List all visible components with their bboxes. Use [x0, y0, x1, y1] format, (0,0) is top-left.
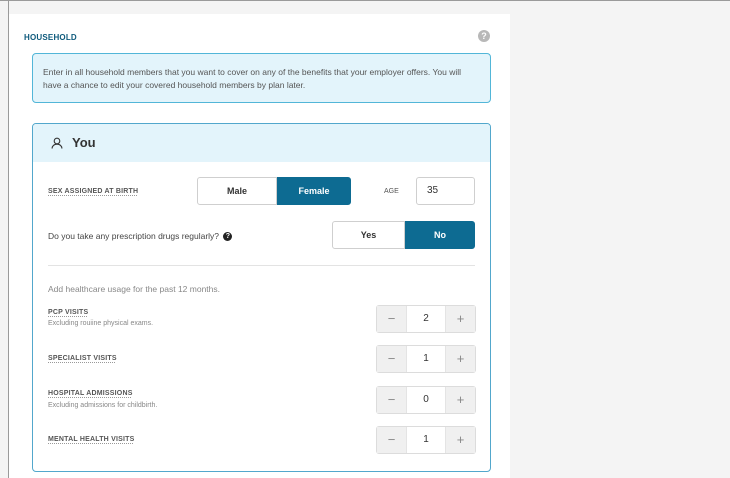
- divider: [48, 265, 475, 266]
- age-input[interactable]: 35: [416, 177, 475, 205]
- usage-sub-pcp: Excluding rouiine physical exams.: [48, 320, 154, 327]
- member-card-you: You: [32, 123, 491, 472]
- usage-label-hospital: HOSPITAL ADMISSIONS: [48, 390, 133, 397]
- rx-yes-button[interactable]: Yes: [332, 221, 405, 249]
- member-name: You: [72, 135, 96, 150]
- stepper-value[interactable]: 2: [406, 306, 446, 332]
- plus-icon[interactable]: +: [446, 306, 475, 332]
- stepper-value[interactable]: 0: [406, 387, 446, 413]
- member-card-header: You: [33, 124, 490, 162]
- stepper-value[interactable]: 1: [406, 427, 446, 453]
- sex-female-button[interactable]: Female: [277, 177, 351, 205]
- question-circle-icon[interactable]: ?: [223, 232, 233, 242]
- top-border: [0, 0, 730, 1]
- rx-question-text: Do you take any prescription drugs regul…: [48, 231, 220, 241]
- specialist-visits-stepper: − 1 +: [376, 345, 476, 373]
- plus-icon[interactable]: +: [446, 387, 475, 413]
- usage-label-mental-health: MENTAL HEALTH VISITS: [48, 436, 135, 443]
- minus-icon[interactable]: −: [377, 387, 406, 413]
- stepper-value[interactable]: 1: [406, 346, 446, 372]
- household-info-box: Enter in all household members that you …: [32, 53, 491, 103]
- usage-label-specialist: SPECIALIST VISITS: [48, 355, 117, 362]
- minus-icon[interactable]: −: [377, 346, 406, 372]
- question-circle-icon[interactable]: ?: [478, 30, 490, 42]
- hospital-admissions-stepper: − 0 +: [376, 386, 476, 414]
- plus-icon[interactable]: +: [446, 346, 475, 372]
- age-label: AGE: [384, 188, 399, 195]
- section-title: HOUSEHOLD: [24, 33, 77, 42]
- minus-icon[interactable]: −: [377, 427, 406, 453]
- mental-health-visits-stepper: − 1 +: [376, 426, 476, 454]
- rx-no-button[interactable]: No: [405, 221, 475, 249]
- minus-icon[interactable]: −: [377, 306, 406, 332]
- sex-label: SEX ASSIGNED AT BIRTH: [48, 188, 139, 195]
- pcp-visits-stepper: − 2 +: [376, 305, 476, 333]
- usage-sub-hospital: Excluding admissions for childbirth.: [48, 402, 158, 409]
- usage-intro: Add healthcare usage for the past 12 mon…: [48, 284, 221, 294]
- user-icon: [51, 137, 63, 149]
- sex-male-button[interactable]: Male: [197, 177, 277, 205]
- plus-icon[interactable]: +: [446, 427, 475, 453]
- rx-question: Do you take any prescription drugs regul…: [48, 231, 233, 242]
- usage-label-pcp: PCP VISITS: [48, 309, 89, 316]
